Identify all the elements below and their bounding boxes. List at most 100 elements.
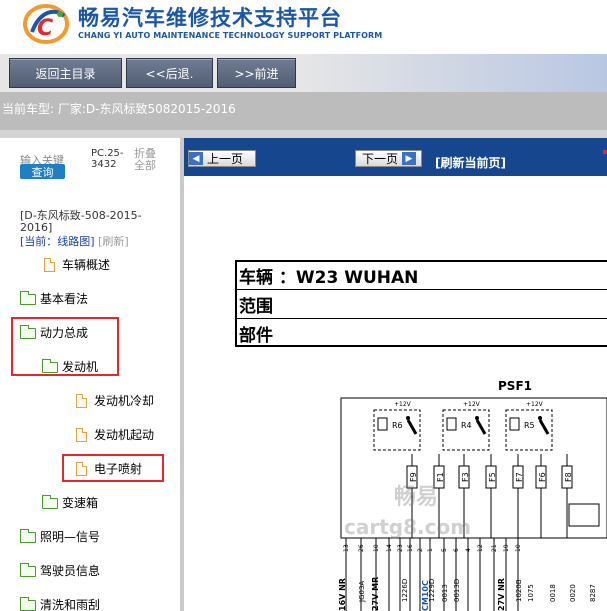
watermark-text: 畅易 [394, 485, 438, 510]
app-header: C 畅易汽车维修技术支持平台 CHANG YI AUTO MAINTENANCE… [0, 0, 607, 50]
pin-number: 2 [417, 548, 424, 552]
relay-terminal [406, 416, 410, 420]
unit-title: PSF1 [498, 379, 532, 393]
fuse-label: F1 [436, 472, 445, 482]
wire-label: 27V NR [497, 578, 506, 611]
tree-item-vehicle-overview[interactable]: 车辆概述 [42, 256, 110, 273]
pin-number: 10 [373, 544, 380, 552]
folder-icon [20, 290, 36, 306]
forward-button[interactable]: >>前进 [217, 58, 296, 88]
pin-number: 26 [358, 544, 365, 552]
fuse-label: F9 [409, 472, 418, 482]
fuse-label: F7 [515, 472, 524, 482]
fuse-label: F6 [538, 472, 547, 482]
tree-item-engine-start[interactable]: 发动机起动 [74, 426, 154, 443]
spec-range-row: 范围 [237, 291, 607, 319]
wire-code: 1020B [515, 579, 523, 602]
vehicle-path: [D-东风标致-508-2015-2016] [20, 209, 142, 234]
folder-icon [20, 596, 36, 611]
relay-voltage-label: +12V [526, 401, 544, 408]
fuse-label: F3 [461, 472, 470, 482]
pin-number: 12 [477, 544, 484, 552]
wiring-diagram: +12VR6+12VR4+12VR5F9 F1 F3 F5 F7 F6 F813 26 10 14… [338, 397, 607, 611]
pin-number: 6 [453, 548, 460, 552]
folder-icon [20, 562, 36, 578]
main-nav-bar: 返回主目录 <<后退. >>前进 [0, 54, 607, 92]
spec-vehicle-row: 车辆 ：W23 WUHAN [237, 262, 607, 290]
relay-voltage-label: +12V [394, 401, 412, 408]
wire-code: 0018 [549, 584, 557, 602]
pin-number: 14 [386, 544, 393, 552]
relay-voltage-label: +12V [463, 401, 481, 408]
fuse-label: F8 [564, 472, 573, 482]
refresh-tree-link[interactable]: [刷新] [98, 235, 129, 248]
next-page-button[interactable]: 下一页 ▶ [355, 150, 422, 167]
fuse-label: F5 [488, 472, 497, 482]
pin-number: 21 [491, 544, 498, 552]
tree-item-label: 基本看法 [40, 292, 89, 306]
relay-label: R4 [461, 421, 472, 430]
relay-contact [475, 419, 487, 435]
pin-number: 19 [503, 544, 510, 552]
collapse-all-link[interactable]: 折叠全部 [134, 148, 162, 172]
vehicle-info-bar: 当前车型: 厂家:D-东风标致5082015-2016 [0, 92, 607, 138]
pin-number: 10 [515, 544, 522, 552]
connector-block [568, 503, 600, 527]
wire-code: 0020 [569, 584, 577, 602]
tree-item-label: 车辆概述 [62, 258, 111, 272]
spec-table: 车辆 ：W23 WUHAN 范围 部件 [235, 260, 607, 347]
pin-number: 16 [407, 544, 414, 552]
tree-item-lighting[interactable]: 照明—信号 [20, 528, 100, 545]
page-toolbar: ◀ 上一页 下一页 ▶ [刷新当前页] [184, 138, 607, 176]
relay-terminal [538, 416, 542, 420]
pin-number: 5 [441, 548, 448, 552]
arrow-right-icon: ▶ [402, 152, 417, 165]
wire-label: 27V MR [371, 577, 380, 611]
tree-item-label: 发动机起动 [94, 428, 155, 442]
content-pane: ◀ 上一页 下一页 ▶ [刷新当前页] 车辆 ：W23 WUHAN 范围 部件 … [184, 138, 607, 611]
current-view-line: [当前：线路图] [刷新] [20, 233, 129, 249]
tree-item-label: 照明—信号 [40, 530, 101, 544]
relay-coil [377, 417, 388, 431]
logo-icon: C [23, 4, 69, 44]
relay-coil [446, 417, 457, 431]
query-button[interactable]: 查询 [20, 164, 65, 179]
home-menu-button[interactable]: 返回主目录 [9, 58, 122, 88]
wire-code: 8287 [589, 584, 597, 602]
document-icon [74, 427, 90, 442]
current-view-label: [当前：线路图] [20, 235, 95, 248]
prev-page-button[interactable]: ◀ 上一页 [188, 150, 256, 167]
arrow-left-icon: ◀ [189, 152, 203, 165]
spec-part-row: 部件 [239, 325, 273, 346]
pin-number: 23 [397, 544, 404, 552]
highlight-box [11, 317, 119, 376]
folder-icon [20, 528, 36, 544]
document-icon [42, 257, 58, 272]
pin-number: 4 [465, 548, 472, 552]
tree-item-label: 发动机冷却 [94, 394, 155, 408]
refresh-page-link[interactable]: [刷新当前页] [435, 154, 506, 171]
wire-code: 0013D [453, 579, 461, 602]
current-vehicle-text: 当前车型: 厂家:D-东风标致5082015-2016 [2, 102, 236, 116]
wire-code: 1226D [401, 579, 409, 602]
tree-item-label: 清洗和雨刮 [40, 598, 101, 611]
wire-code: 0013 [441, 584, 449, 602]
tree-item-gearbox[interactable]: 变速箱 [42, 494, 98, 511]
tree-item-engine-cooling[interactable]: 发动机冷却 [74, 392, 154, 409]
svg-text:C: C [37, 16, 53, 41]
prev-page-label: 上一页 [207, 152, 244, 166]
app-title: 畅易汽车维修技术支持平台 [78, 6, 342, 30]
wire-code: JG03A [358, 581, 366, 603]
highlight-box [62, 454, 164, 482]
relay-label: R6 [392, 421, 403, 430]
tree-item-wash-wipe[interactable]: 清洗和雨刮 [20, 596, 100, 611]
app-subtitle: CHANG YI AUTO MAINTENANCE TECHNOLOGY SUP… [78, 31, 383, 40]
wire-code: 1075 [527, 584, 535, 602]
tree-item-basics[interactable]: 基本看法 [20, 290, 88, 307]
relay-label: R5 [524, 421, 535, 430]
tree-item-driver-info[interactable]: 驾驶员信息 [20, 562, 100, 579]
back-button[interactable]: <<后退. [126, 58, 213, 88]
tree-item-label: 驾驶员信息 [40, 564, 101, 578]
relay-contact [406, 419, 418, 435]
document-icon [74, 393, 90, 408]
